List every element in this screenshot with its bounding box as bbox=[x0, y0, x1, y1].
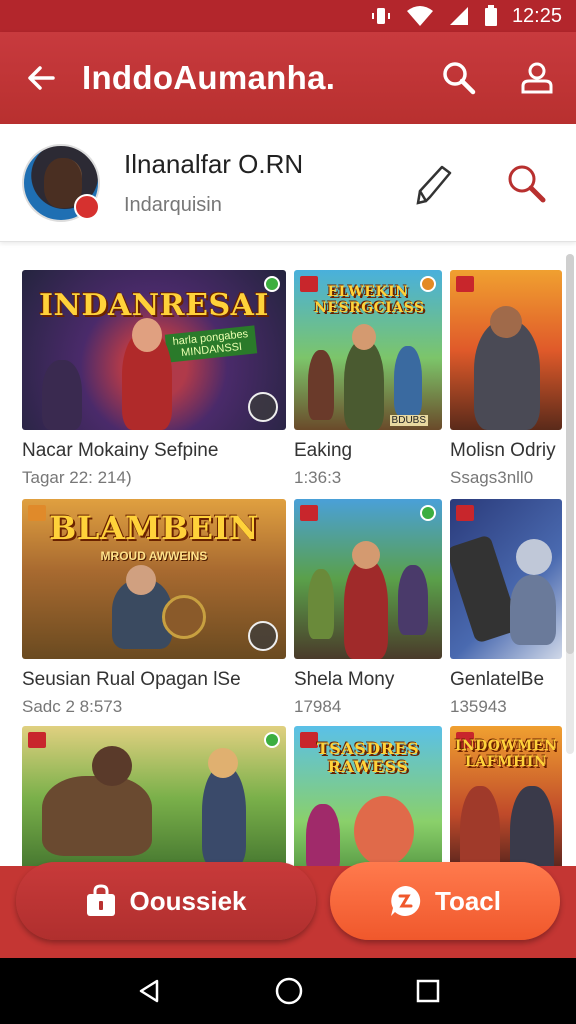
scrollbar-thumb[interactable] bbox=[566, 254, 574, 654]
search-button[interactable] bbox=[420, 32, 498, 124]
avatar[interactable] bbox=[22, 143, 100, 222]
game-card[interactable]: ELWEKIN NESRGCIASS BDUBS Eaking 1:36:3 bbox=[294, 270, 442, 488]
nav-back-icon[interactable] bbox=[135, 977, 163, 1005]
game-card[interactable]: BLAMBEIN MROUD AWWEINS Seusian Rual Opag… bbox=[22, 499, 286, 717]
profile-subtitle: Indarquisin bbox=[124, 193, 222, 216]
verified-icon bbox=[264, 732, 280, 748]
primary-action-button[interactable]: Ooussiek bbox=[16, 862, 316, 940]
app-title: InddoAumanha. bbox=[82, 59, 336, 96]
app-screen: 12:25 InddoAumanha. Ilnanalfar O.RN Inda… bbox=[0, 0, 576, 1024]
signal-icon bbox=[448, 5, 470, 27]
card-title: Shela Mony bbox=[294, 669, 395, 690]
card-title: Molisn Odriy bbox=[450, 440, 556, 461]
avatar-badge bbox=[74, 193, 100, 220]
verified-icon bbox=[420, 505, 436, 521]
vibrate-icon bbox=[370, 5, 392, 27]
game-thumbnail bbox=[450, 499, 562, 659]
thumbnail-subtitle-art: harla pongabes MINDANSSI bbox=[164, 325, 258, 363]
secondary-action-button[interactable]: Toacl bbox=[330, 862, 560, 940]
wifi-icon bbox=[406, 5, 434, 27]
search-icon bbox=[508, 165, 546, 202]
scrollbar[interactable] bbox=[566, 254, 574, 754]
profile-name: Ilnanalfar O.RN bbox=[124, 148, 304, 179]
card-meta: 1:36:3 bbox=[294, 468, 342, 487]
profile-button[interactable] bbox=[498, 32, 576, 124]
verified-icon bbox=[420, 276, 436, 292]
card-title: GenlatelBe bbox=[450, 669, 545, 690]
action-icon[interactable] bbox=[248, 621, 278, 651]
thumbnail-subtitle-art: BDUBS bbox=[389, 415, 428, 426]
nav-home-icon[interactable] bbox=[274, 976, 304, 1006]
card-title: Nacar Mokainy Sefpine bbox=[22, 440, 219, 461]
card-meta: 135943 bbox=[450, 697, 507, 716]
card-meta: Ssags3nll0 bbox=[450, 468, 534, 487]
profile-icon bbox=[521, 62, 553, 94]
tag-icon bbox=[456, 276, 474, 292]
tag-icon bbox=[28, 732, 46, 748]
status-time: 12:25 bbox=[511, 4, 562, 27]
secondary-action-label: Toacl bbox=[435, 885, 501, 916]
thumbnail-subtitle-art: MROUD AWWEINS bbox=[100, 549, 208, 563]
game-card[interactable]: Molisn Odriy Ssags3nll0 bbox=[450, 270, 562, 488]
thumbnail-title-art: INDOWMEN LAFMHIN bbox=[454, 738, 558, 770]
game-thumbnail: ELWEKIN NESRGCIASS BDUBS bbox=[294, 270, 442, 430]
game-card[interactable]: Shela Mony 17984 bbox=[294, 499, 442, 717]
status-bar: 12:25 bbox=[0, 0, 576, 32]
game-thumbnail bbox=[450, 270, 562, 430]
game-card[interactable]: GenlatelBe 135943 bbox=[450, 499, 562, 717]
tag-icon bbox=[300, 505, 318, 521]
card-meta: Sadc 2 8:573 bbox=[22, 697, 123, 716]
search-icon bbox=[443, 62, 476, 95]
action-icon[interactable] bbox=[248, 392, 278, 422]
bag-icon bbox=[87, 884, 116, 916]
battery-icon bbox=[484, 5, 498, 27]
thumbnail-title-art: BLAMBEIN bbox=[49, 509, 259, 547]
back-button[interactable] bbox=[0, 32, 82, 124]
game-card[interactable]: INDANRESAI harla pongabes MINDANSSI Naca… bbox=[22, 270, 286, 488]
thumbnail-title-art: ELWEKIN NESRGCIASS bbox=[314, 284, 425, 316]
game-thumbnail bbox=[294, 499, 442, 659]
back-arrow-icon bbox=[28, 66, 55, 90]
verified-icon bbox=[264, 276, 280, 292]
game-thumbnail: INDANRESAI harla pongabes MINDANSSI bbox=[22, 270, 286, 430]
pen-icon bbox=[416, 165, 452, 205]
profile-header: Ilnanalfar O.RN Indarquisin bbox=[0, 124, 576, 242]
system-nav-bar bbox=[0, 958, 576, 1024]
edit-button[interactable] bbox=[396, 143, 476, 223]
thumbnail-title-art: INDANRESAI bbox=[39, 288, 269, 323]
game-thumbnail: BLAMBEIN MROUD AWWEINS bbox=[22, 499, 286, 659]
profile-search-button[interactable] bbox=[486, 143, 566, 223]
card-title: Seusian Rual Opagan lSe bbox=[22, 669, 241, 690]
card-title: Eaking bbox=[294, 440, 353, 461]
nav-recents-icon[interactable] bbox=[415, 978, 441, 1004]
card-meta: Tagar 22: 214) bbox=[22, 468, 132, 487]
card-meta: 17984 bbox=[294, 697, 342, 716]
chat-icon bbox=[391, 886, 421, 916]
primary-action-label: Ooussiek bbox=[129, 885, 247, 916]
app-bar: InddoAumanha. bbox=[0, 32, 576, 124]
tag-icon bbox=[456, 505, 474, 521]
thumbnail-title-art: TSASDRES RAWESS bbox=[316, 739, 420, 776]
